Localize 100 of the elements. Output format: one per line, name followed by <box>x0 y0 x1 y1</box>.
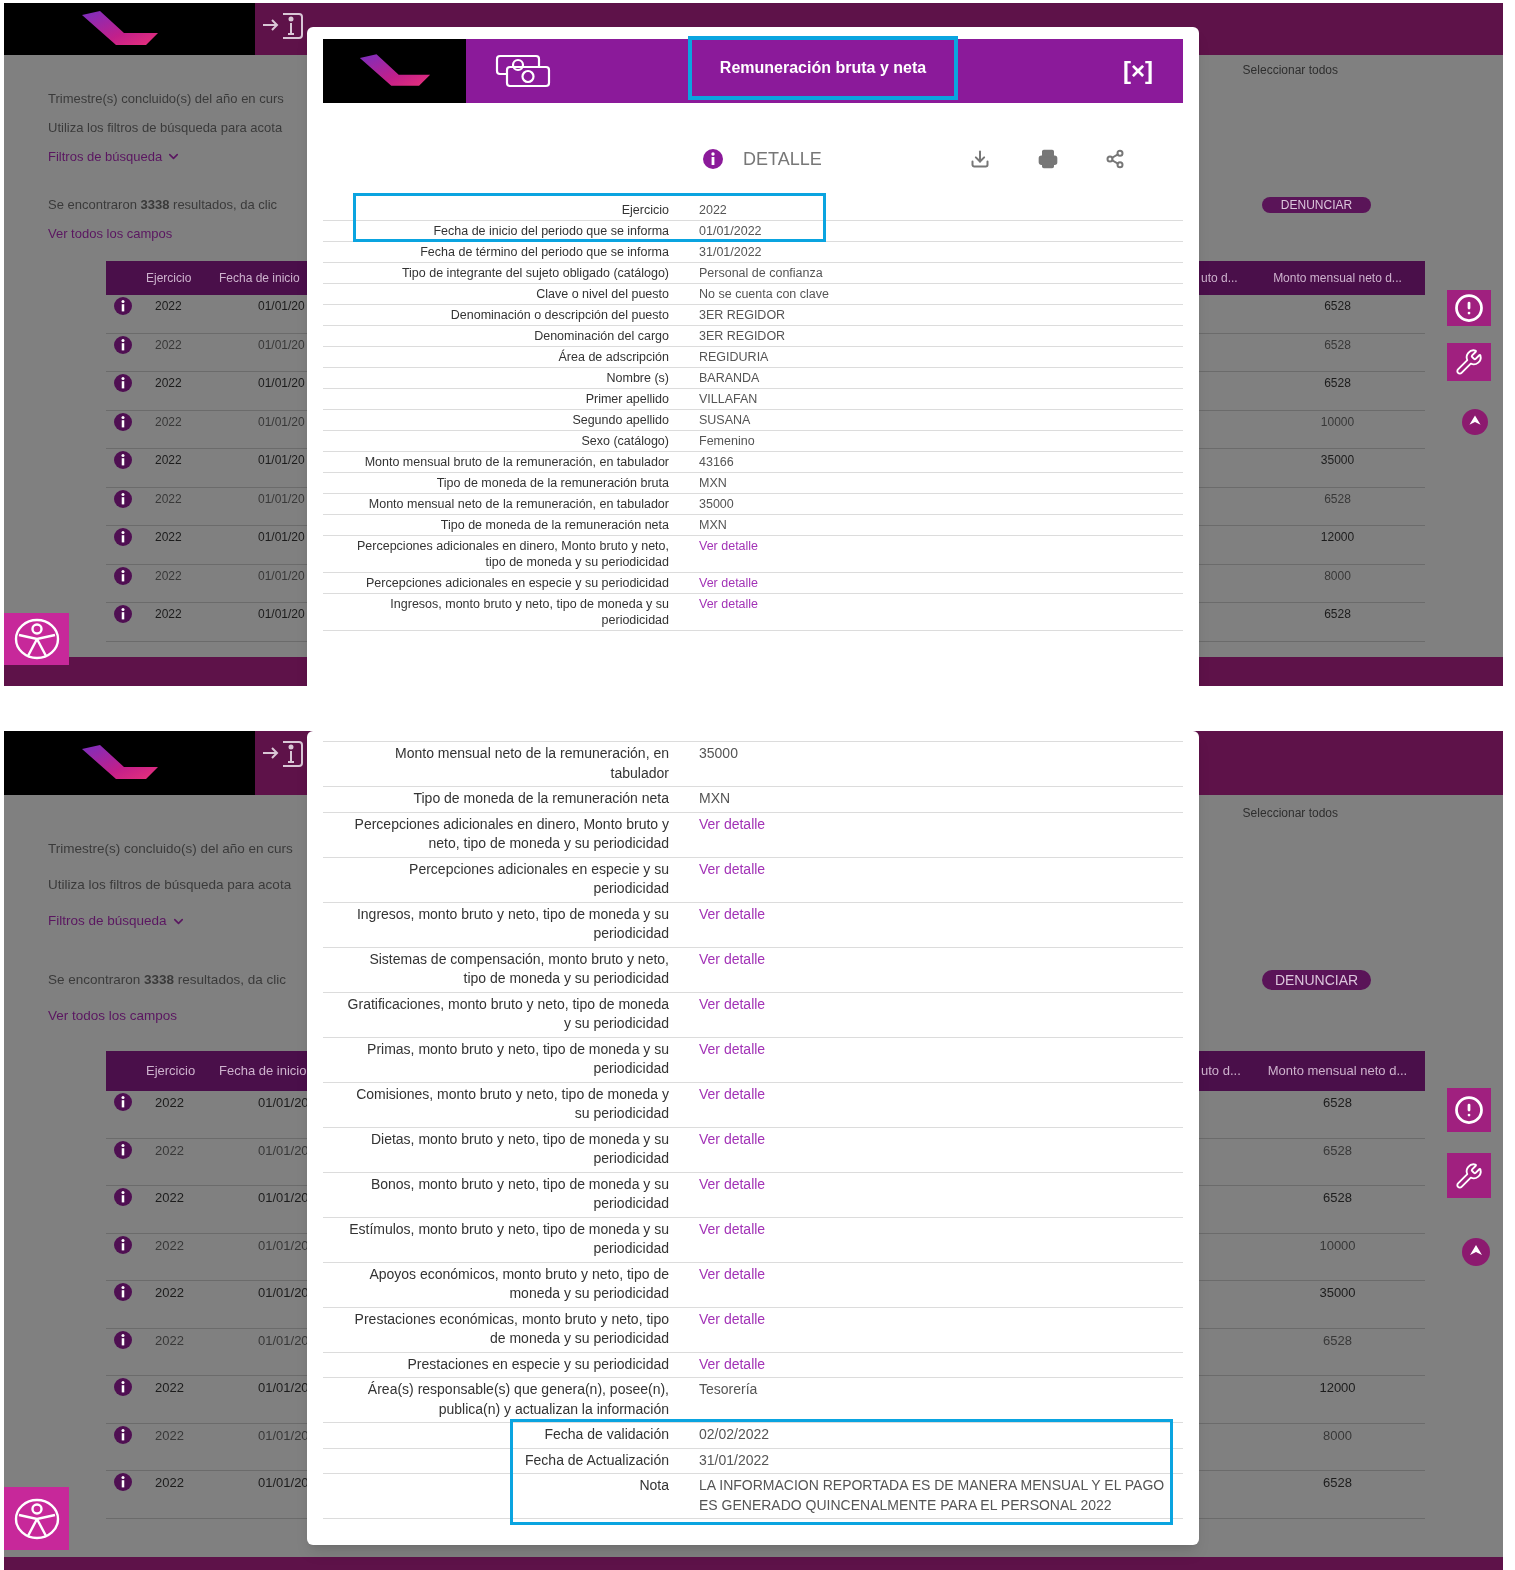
field-label: Fecha de inicio del periodo que se informa <box>433 223 669 239</box>
table-cell-text: 01/01/20 <box>258 606 305 623</box>
field-label: Sexo (catálogo) <box>581 433 669 449</box>
field-value: 2022 <box>699 203 727 217</box>
info-icon[interactable] <box>114 1378 132 1396</box>
column-header[interactable]: Fecha de inicio <box>219 269 300 287</box>
view-detail-link[interactable]: Ver detalle <box>699 1310 766 1327</box>
view-detail-link[interactable]: Ver detalle <box>699 1175 766 1192</box>
column-header[interactable]: Monto mensual neto d... <box>1250 1061 1425 1081</box>
table-cell-text: 12000 <box>1319 529 1356 546</box>
view-detail-link[interactable]: Ver detalle <box>699 1130 766 1147</box>
info-icon[interactable] <box>114 1140 132 1159</box>
field-value: 35000 <box>699 745 738 761</box>
scroll-up-icon[interactable] <box>1462 1238 1490 1266</box>
filters-toggle[interactable]: Filtros de búsqueda <box>48 910 186 932</box>
table-cell-text: 01/01/20 <box>258 452 305 469</box>
close-button[interactable]: [×] <box>1123 53 1153 89</box>
field-label: Percepciones adicionales en especie y su periodicidad <box>408 859 669 898</box>
table-cell-text: 2022 <box>154 298 183 315</box>
info-icon[interactable] <box>114 374 132 392</box>
view-detail-link[interactable]: Ver detalle <box>699 1085 766 1102</box>
view-detail-link[interactable]: Ver detalle <box>699 597 759 611</box>
view-detail-link[interactable]: Ver detalle <box>699 576 759 590</box>
report-button[interactable]: DENUNCIAR <box>1262 196 1371 213</box>
info-icon[interactable] <box>114 489 132 508</box>
results-text: Se encontraron 3338 resultados, da clic <box>48 970 286 989</box>
download-icon[interactable] <box>970 149 990 169</box>
info-icon[interactable] <box>114 412 132 431</box>
table-cell-text: 01/01/20 <box>258 1474 309 1492</box>
column-header[interactable]: Monto mensual neto d... <box>1250 269 1425 287</box>
info-icon[interactable] <box>703 149 723 169</box>
table-cell-text: 6528 <box>1322 1141 1353 1160</box>
alert-button[interactable] <box>1447 1088 1491 1132</box>
info-icon[interactable] <box>114 528 132 546</box>
alert-button[interactable] <box>1447 290 1491 326</box>
view-detail-link[interactable]: Ver detalle <box>699 815 766 832</box>
select-all-label[interactable]: Seleccionar todos <box>1242 804 1338 822</box>
column-header[interactable]: Ejercicio <box>146 1061 219 1081</box>
info-icon[interactable] <box>114 297 132 315</box>
table-cell-text: 01/01/20 <box>258 298 305 315</box>
table-cell-text: 2022 <box>154 567 183 585</box>
table-cell-text: 01/01/20 <box>258 567 305 585</box>
view-detail-link[interactable]: Ver detalle <box>699 1040 766 1057</box>
tools-button[interactable] <box>1447 1153 1491 1198</box>
view-detail-link[interactable]: Ver detalle <box>699 860 766 877</box>
table-cell-text: 6528 <box>1323 336 1352 354</box>
view-detail-link[interactable]: Ver detalle <box>699 950 766 967</box>
view-detail-link[interactable]: Ver detalle <box>699 905 766 922</box>
field-value: Tesorería <box>699 1381 758 1397</box>
share-icon[interactable] <box>1105 149 1125 169</box>
info-icon[interactable] <box>114 1283 132 1301</box>
table-cell-text: 01/01/20 <box>258 1331 309 1350</box>
info-icon[interactable] <box>114 1235 132 1254</box>
field-label: Primer apellido <box>585 391 669 407</box>
scroll-up-icon[interactable] <box>1462 409 1488 435</box>
view-detail-link[interactable]: Ver detalle <box>699 539 759 553</box>
field-label: Monto mensual neto de la remuneración, en tabulador <box>394 744 669 783</box>
filters-toggle[interactable]: Filtros de búsqueda <box>48 146 182 167</box>
info-icon[interactable] <box>114 1473 132 1491</box>
view-all-fields-link[interactable]: Ver todos los campos <box>48 1005 178 1027</box>
accessibility-icon <box>12 1497 61 1540</box>
info-icon[interactable] <box>114 451 132 469</box>
info-icon[interactable] <box>114 1425 132 1444</box>
info-icon[interactable] <box>114 335 132 354</box>
field-label: Ejercicio <box>621 202 669 218</box>
column-header[interactable]: uto d... <box>1201 269 1250 287</box>
field-label: Nota <box>639 1476 669 1495</box>
view-detail-link[interactable]: Ver detalle <box>699 1220 766 1237</box>
accessibility-button[interactable] <box>4 613 69 665</box>
table-cell-text: 6528 <box>1323 298 1352 315</box>
info-icon[interactable] <box>114 1188 132 1206</box>
column-header[interactable]: Ejercicio <box>146 269 219 287</box>
accessibility-button[interactable] <box>4 1487 69 1550</box>
print-icon[interactable] <box>1038 149 1058 169</box>
field-label: Ingresos, monto bruto y neto, tipo de moneda y su periodicidad <box>355 904 669 943</box>
info-icon[interactable] <box>114 1330 132 1349</box>
report-button[interactable]: DENUNCIAR <box>1262 970 1371 990</box>
view-detail-link[interactable]: Ver detalle <box>699 1265 766 1282</box>
info-icon[interactable] <box>114 605 132 623</box>
table-cell-text: 01/01/20 <box>258 375 305 392</box>
field-label: Sistemas de compensación, monto bruto y neto, tipo de moneda y su periodicidad <box>368 949 669 988</box>
field-label: Estímulos, monto bruto y neto, tipo de moneda y su periodicidad <box>348 1219 669 1258</box>
info-icon[interactable] <box>114 1093 132 1111</box>
table-cell-text: 01/01/20 <box>258 1141 309 1160</box>
field-label: Monto mensual bruto de la remuneración, en tabulador <box>364 454 669 470</box>
column-header[interactable]: uto d... <box>1201 1061 1250 1081</box>
tools-button[interactable] <box>1447 343 1491 381</box>
select-all-label[interactable]: Seleccionar todos <box>1242 60 1338 79</box>
view-all-fields-link[interactable]: Ver todos los campos <box>48 223 173 244</box>
view-detail-link[interactable]: Ver detalle <box>699 1355 766 1372</box>
view-detail-link[interactable]: Ver detalle <box>699 995 766 1012</box>
info-icon[interactable] <box>114 566 132 585</box>
field-label: Primas, monto bruto y neto, tipo de moneda y su periodicidad <box>366 1039 669 1078</box>
field-value: LA INFORMACION REPORTADA ES DE MANERA MENSUAL Y EL PAGO ES GENERADO QUINCENALMENTE PARA EL PERSONAL 2022 <box>699 1477 1165 1513</box>
table-cell-text: 01/01/20 <box>258 1094 309 1112</box>
field-value: 31/01/2022 <box>699 1451 770 1468</box>
field-label: Fecha de término del periodo que se informa <box>420 244 669 260</box>
field-label: Prestaciones en especie y su periodicidad <box>407 1354 669 1374</box>
wrench-icon <box>1455 348 1483 376</box>
column-header[interactable]: Fecha de inicio <box>219 1061 307 1081</box>
